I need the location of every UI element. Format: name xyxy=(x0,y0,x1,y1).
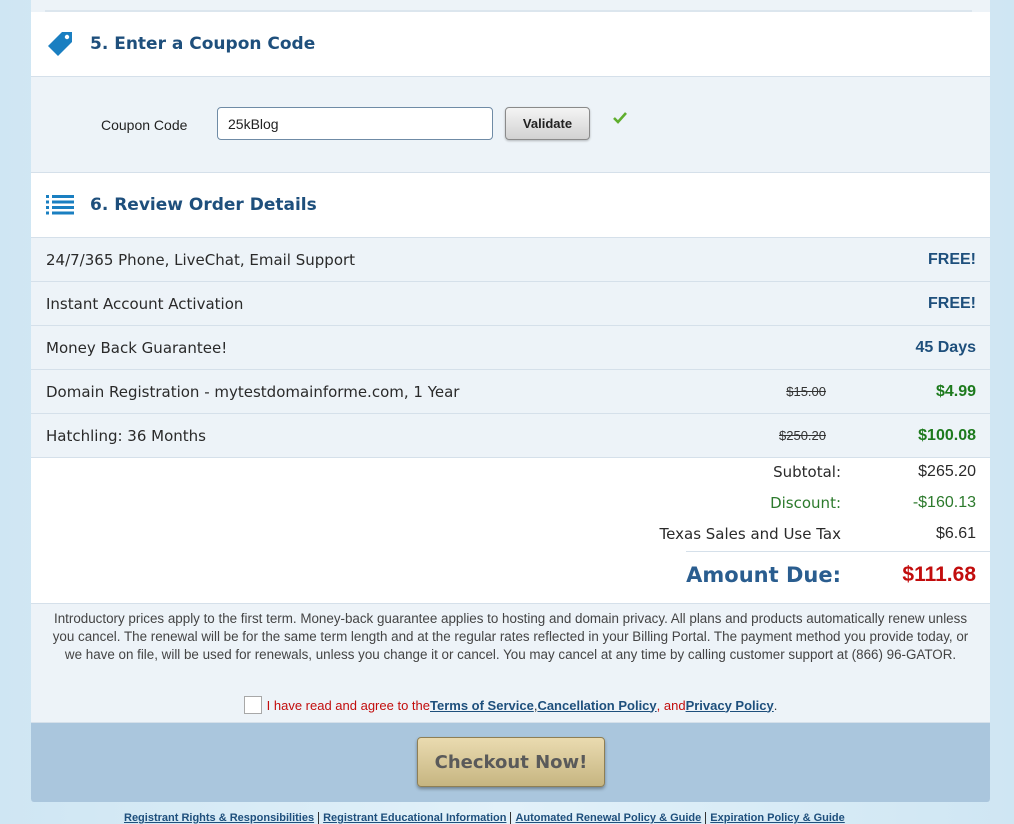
order-totals: Subtotal: $265.20 Discount: -$160.13 Tex… xyxy=(31,458,990,604)
review-section-title: 6. Review Order Details xyxy=(90,195,317,215)
checkout-panel: 5. Enter a Coupon Code Coupon Code Valid… xyxy=(31,0,990,802)
order-row: Instant Account Activation FREE! xyxy=(31,282,990,326)
order-item-label: Money Back Guarantee! xyxy=(46,338,228,357)
amount-due-label: Amount Due: xyxy=(686,563,841,587)
disclaimer-section: Introductory prices apply to the first t… xyxy=(31,604,990,723)
footer-link[interactable]: Registrant Educational Information xyxy=(319,812,512,824)
order-row: Domain Registration - mytestdomainforme.… xyxy=(31,370,990,414)
tax-value: $6.61 xyxy=(935,525,976,542)
totals-divider xyxy=(686,551,990,552)
agreement-period: . xyxy=(773,697,778,713)
subtotal-label: Subtotal: xyxy=(773,463,841,481)
order-item-label: Domain Registration - mytestdomainforme.… xyxy=(46,382,460,401)
subtotal-value: $265.20 xyxy=(918,463,976,480)
discount-line: Discount: -$160.13 xyxy=(31,494,990,516)
order-item-label: Hatchling: 36 Months xyxy=(46,426,206,445)
tax-label: Texas Sales and Use Tax xyxy=(659,525,841,543)
coupon-section-header: 5. Enter a Coupon Code xyxy=(31,12,990,77)
terms-of-service-link[interactable]: Terms of Service xyxy=(430,698,534,713)
cancellation-policy-link[interactable]: Cancellation Policy xyxy=(537,698,656,713)
order-item-price: FREE! xyxy=(928,294,976,312)
order-item-original-price: $15.00 xyxy=(786,384,826,399)
footer-link[interactable]: Registrant Rights & Responsibilities xyxy=(120,812,320,824)
discount-value: -$160.13 xyxy=(912,494,976,511)
coupon-code-label: Coupon Code xyxy=(101,117,188,133)
checkout-bar: Checkout Now! xyxy=(31,723,990,802)
checkmark-icon xyxy=(613,111,627,129)
tax-line: Texas Sales and Use Tax $6.61 xyxy=(31,525,990,547)
order-item-original-price: $250.20 xyxy=(779,428,826,443)
review-section-header: 6. Review Order Details xyxy=(31,173,990,238)
coupon-code-input[interactable] xyxy=(217,107,493,140)
agree-checkbox[interactable] xyxy=(243,696,262,714)
agreement-and: , and xyxy=(656,697,686,713)
checkout-button[interactable]: Checkout Now! xyxy=(417,737,605,787)
coupon-form: Coupon Code Validate xyxy=(31,77,990,173)
order-row: Money Back Guarantee! 45 Days xyxy=(31,326,990,370)
order-row: Hatchling: 36 Months $250.20 $100.08 xyxy=(31,414,990,458)
order-row: 24/7/365 Phone, LiveChat, Email Support … xyxy=(31,238,990,282)
tag-icon xyxy=(45,30,75,58)
coupon-section-title: 5. Enter a Coupon Code xyxy=(90,34,316,54)
order-item-price: 45 Days xyxy=(915,338,977,356)
order-item-label: Instant Account Activation xyxy=(46,294,244,313)
amount-due-value: $111.68 xyxy=(902,563,976,586)
order-item-price: $100.08 xyxy=(918,426,976,444)
disclaimer-text: Introductory prices apply to the first t… xyxy=(52,611,969,662)
agreement-prefix: I have read and agree to the xyxy=(266,697,430,713)
footer-link[interactable]: Automated Renewal Policy & Guide xyxy=(511,812,707,824)
order-item-price: FREE! xyxy=(928,250,976,268)
top-strip xyxy=(31,0,990,12)
agreement-line: I have read and agree to the Terms of Se… xyxy=(31,696,990,714)
order-item-label: 24/7/365 Phone, LiveChat, Email Support xyxy=(46,250,356,269)
subtotal-line: Subtotal: $265.20 xyxy=(31,463,990,485)
footer-links: Registrant Rights & Responsibilities Reg… xyxy=(120,812,849,824)
list-icon xyxy=(45,195,75,215)
privacy-policy-link[interactable]: Privacy Policy xyxy=(686,698,774,713)
validate-button[interactable]: Validate xyxy=(505,107,590,140)
discount-label: Discount: xyxy=(770,494,841,512)
footer-link[interactable]: Expiration Policy & Guide xyxy=(706,812,848,824)
order-item-price: $4.99 xyxy=(935,382,976,400)
